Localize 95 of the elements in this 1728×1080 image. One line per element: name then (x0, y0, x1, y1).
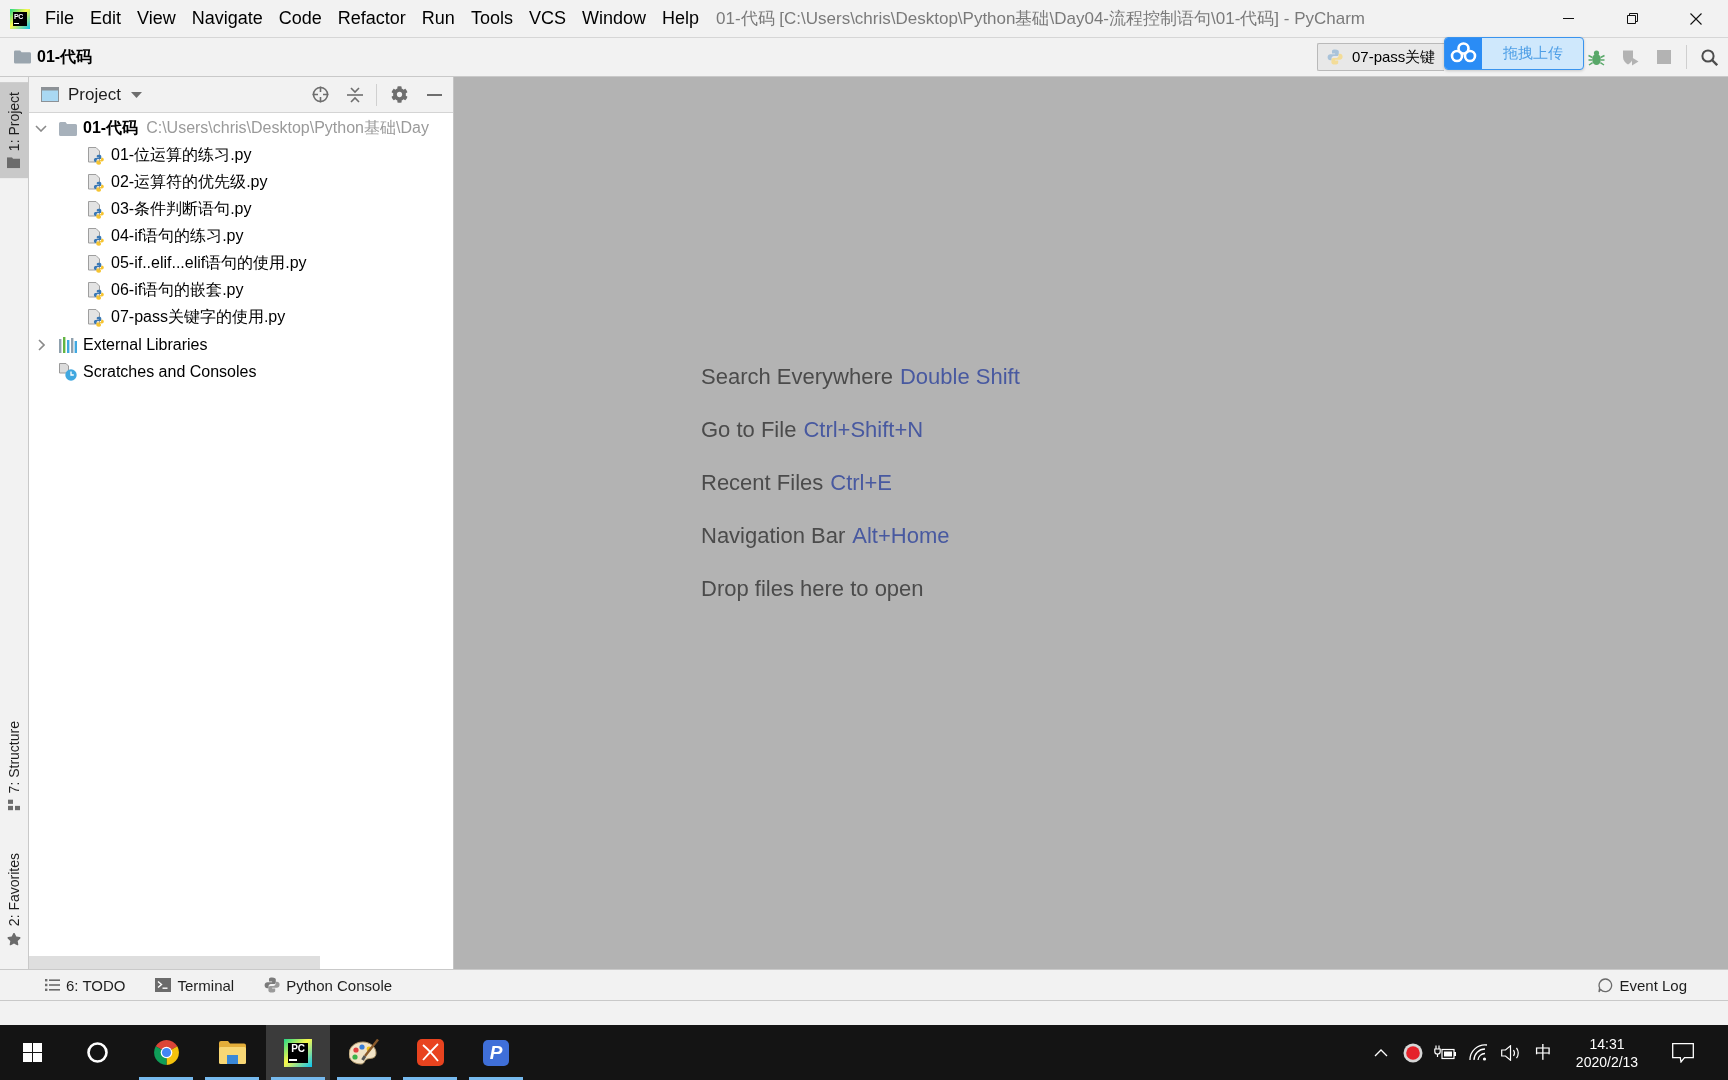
star-icon (7, 932, 21, 946)
wifi-icon[interactable] (1468, 1044, 1488, 1061)
menu-item[interactable]: Navigate (183, 0, 271, 37)
python-file-icon (87, 227, 105, 246)
python-icon (264, 977, 281, 993)
breadcrumb-item[interactable]: 01-代码 (37, 46, 93, 68)
menu-item[interactable]: VCS (520, 0, 574, 37)
panel-icon (41, 87, 59, 102)
minus-icon[interactable] (426, 93, 442, 96)
window-title: 01-代码 [C:\Users\chris\Desktop\Python基础\Day04-流程控制语句\01-代码] - PyCharm (716, 8, 1365, 30)
folder-icon (218, 1041, 246, 1064)
tree-item-label[interactable]: Scratches and Consoles (83, 362, 257, 381)
python-file-icon (87, 254, 105, 273)
menu-item[interactable]: File (37, 0, 82, 37)
input-method-indicator[interactable]: 中 (1527, 1025, 1559, 1080)
structure-icon (8, 799, 20, 811)
clock-time[interactable]: 14:31 (1589, 1036, 1625, 1051)
hint-text: Navigation Bar (701, 522, 846, 549)
hint-text: Recent Files (701, 469, 824, 496)
cloud-icon[interactable] (1445, 38, 1482, 69)
tree-item-label[interactable]: 06-if语句的嵌套.py (111, 280, 244, 301)
menu-item[interactable]: Help (653, 0, 707, 37)
menu-item[interactable]: Window (573, 0, 654, 37)
horizontal-scrollbar[interactable] (29, 956, 320, 969)
python-file-icon (87, 146, 105, 165)
record-icon[interactable] (1403, 1042, 1423, 1063)
chevron-right-icon[interactable] (37, 338, 45, 351)
menu-item[interactable]: View (129, 0, 184, 37)
menu-item[interactable]: Refactor (329, 0, 414, 37)
tool-window-tab[interactable]: 7: Structure (0, 711, 28, 821)
tool-window-tab[interactable]: 2: Favorites (0, 842, 28, 956)
hint-text: Search Everywhere (701, 363, 893, 390)
tool-window-button[interactable]: 6: TODO (35, 970, 136, 1000)
python-file-icon (87, 308, 105, 327)
tool-window-button[interactable]: Terminal (145, 970, 245, 1000)
tree-item-label[interactable]: 04-if语句的练习.py (111, 226, 244, 247)
tree-item-label[interactable]: 01-代码 (83, 118, 139, 139)
terminal-icon (155, 978, 172, 992)
hint-text: Drop files here to open (701, 575, 924, 602)
menu-item[interactable]: Edit (82, 0, 130, 37)
panel-title[interactable]: Project (68, 84, 121, 105)
app-logo: PC (284, 1038, 312, 1067)
folder-icon (59, 121, 77, 136)
tree-item-label[interactable]: 05-if..elif...elif语句的使用.py (111, 253, 307, 274)
taskbar-app-button[interactable]: P (464, 1025, 528, 1080)
app-logo: P (483, 1039, 509, 1066)
segmented-circle-icon (152, 1039, 180, 1066)
speaker-icon[interactable] (1500, 1044, 1522, 1061)
restore-icon (1626, 13, 1638, 24)
scratch-clock-icon (59, 362, 77, 381)
clock-date[interactable]: 2020/2/13 (1575, 1054, 1639, 1069)
minimize-icon (1562, 18, 1574, 19)
chevron-down-icon[interactable] (35, 125, 47, 132)
palette-icon (349, 1039, 379, 1066)
battery-plug-icon[interactable] (1434, 1045, 1456, 1060)
tool-window-button[interactable]: Python Console (254, 970, 403, 1000)
bars-icon (59, 336, 77, 353)
taskbar-app-button[interactable]: PC (266, 1025, 330, 1080)
python-file-icon (87, 281, 105, 300)
hint-shortcut: Alt+Home (852, 522, 950, 549)
python-icon (1327, 49, 1343, 65)
list-icon (45, 979, 60, 991)
run-config-select[interactable]: 07-pass关键 (1317, 43, 1444, 71)
tree-item-label[interactable]: 01-位运算的练习.py (111, 145, 252, 166)
ring-icon (86, 1042, 108, 1063)
project-path: C:\Users\chris\Desktop\Python基础\Day (146, 118, 429, 138)
speech-bubble-icon (1598, 977, 1614, 993)
settings-icon[interactable] (390, 86, 408, 103)
caret-down-icon[interactable] (130, 91, 142, 98)
menu-item[interactable]: Tools (462, 0, 521, 37)
search-icon[interactable] (1700, 48, 1718, 66)
folder-icon (14, 50, 31, 64)
x-tile-icon (416, 1039, 444, 1066)
tree-item-label[interactable]: 07-pass关键字的使用.py (111, 307, 286, 328)
python-file-icon (87, 173, 105, 192)
bug-icon[interactable] (1587, 48, 1605, 66)
close-icon (1690, 12, 1702, 25)
hint-text: Go to File (701, 416, 797, 443)
menu-item[interactable]: Code (270, 0, 330, 37)
hint-shortcut: Double Shift (900, 363, 1020, 390)
notification-icon[interactable] (1672, 1042, 1694, 1063)
crosshair-icon[interactable] (311, 86, 329, 103)
start-icon (22, 1043, 42, 1062)
hint-shortcut: Ctrl+E (830, 469, 893, 496)
chevron-up-icon[interactable] (1374, 1048, 1388, 1057)
python-file-icon (87, 200, 105, 219)
tree-item-label[interactable]: 02-运算符的优先级.py (111, 172, 268, 193)
folder-icon (7, 157, 21, 169)
event-log-button[interactable]: Event Log (1588, 970, 1697, 1000)
hint-shortcut: Ctrl+Shift+N (803, 416, 924, 443)
tree-item-label[interactable]: External Libraries (83, 335, 208, 354)
tool-window-tab[interactable]: 1: Project (0, 82, 28, 179)
collapse-icon[interactable] (347, 86, 363, 103)
tree-item-label[interactable]: 03-条件判断语句.py (111, 199, 252, 220)
menu-item[interactable]: Run (413, 0, 463, 37)
